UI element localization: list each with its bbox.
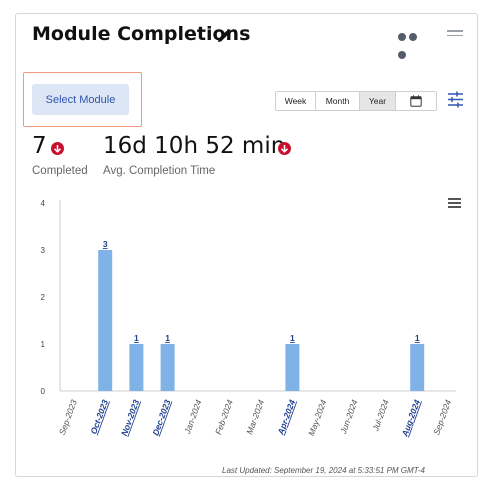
x-tick-label: Feb-2024 [213, 398, 235, 436]
y-tick-label: 4 [41, 199, 46, 208]
x-tick-label: Jan-2024 [182, 398, 204, 436]
y-tick-label: 1 [41, 340, 46, 349]
x-tick-label: May-2024 [306, 398, 328, 437]
bar-data-label[interactable]: 3 [103, 239, 108, 249]
bar[interactable] [129, 344, 144, 391]
x-tick-label[interactable]: Aug-2024 [399, 398, 422, 439]
x-tick-label[interactable]: Oct-2023 [88, 398, 110, 435]
module-completions-card: Module Completions Select Module Week Mo… [15, 13, 478, 477]
y-tick-label: 0 [41, 387, 46, 396]
menu-bar [448, 198, 461, 200]
x-tick-label[interactable]: Dec-2023 [150, 398, 172, 437]
bar-data-label[interactable]: 1 [290, 333, 295, 343]
hamburger-menu-icon[interactable] [448, 198, 461, 208]
bar[interactable] [160, 344, 175, 391]
bar[interactable] [98, 250, 113, 391]
bar-data-label[interactable]: 1 [134, 333, 139, 343]
menu-bar [448, 206, 461, 208]
menu-bar [448, 202, 461, 204]
x-tick-label: Jul-2024 [370, 398, 391, 433]
x-tick-label: Sep-2024 [431, 398, 453, 436]
bar-data-label[interactable]: 1 [165, 333, 170, 343]
x-tick-label: Sep-2023 [57, 398, 79, 436]
bar[interactable] [410, 344, 425, 391]
y-tick-label: 3 [41, 246, 46, 255]
y-tick-label: 2 [41, 293, 46, 302]
x-tick-label: Jun-2024 [338, 398, 360, 436]
x-tick-label: Mar-2024 [244, 398, 266, 436]
x-tick-label[interactable]: Apr-2024 [275, 398, 297, 437]
bar-data-label[interactable]: 1 [415, 333, 420, 343]
completions-bar-chart: 0 1 2 3 4 Sep-2023 3 Oct-2023 1 Nov-2023 1 Dec-2023… [41, 198, 461, 439]
bar[interactable] [285, 344, 300, 391]
x-tick-label[interactable]: Nov-2023 [119, 398, 141, 437]
last-updated-text: Last Updated: September 19, 2024 at 5:33… [222, 466, 425, 475]
